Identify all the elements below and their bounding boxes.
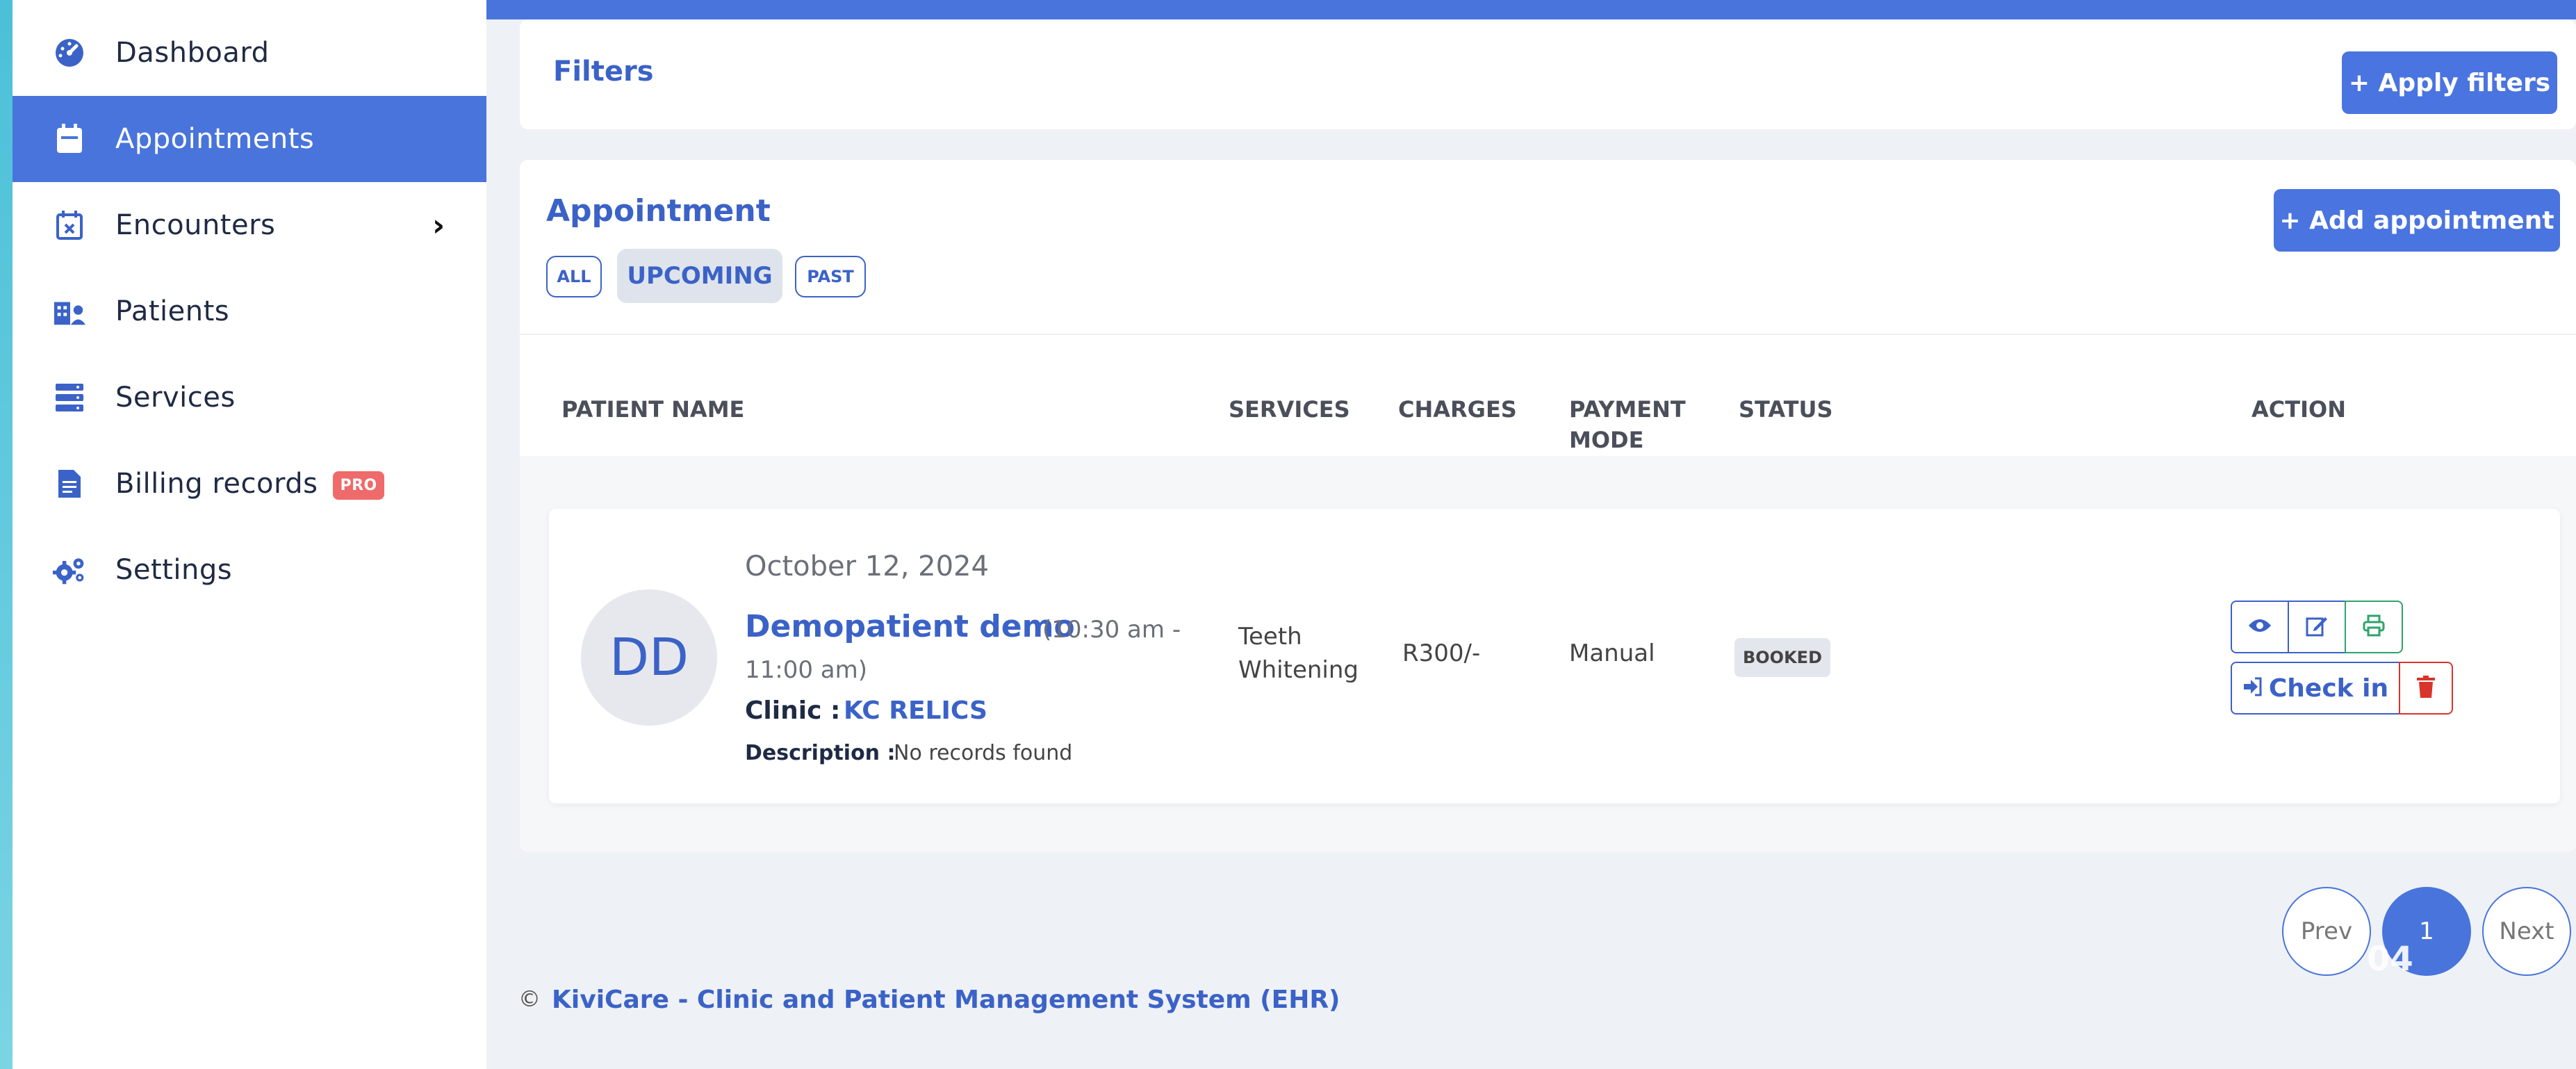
service-line-1: Teeth — [1238, 623, 1302, 651]
column-header-status: STATUS — [1739, 396, 1833, 423]
patients-icon — [53, 295, 86, 328]
delete-button[interactable] — [2399, 662, 2453, 715]
sidebar-item-label: Services — [115, 382, 236, 414]
sidebar-item-dashboard[interactable]: Dashboard — [13, 10, 486, 96]
pro-badge: PRO — [333, 471, 384, 500]
sidebar-item-label: Dashboard — [115, 37, 270, 69]
add-appointment-button[interactable]: + Add appointment — [2274, 189, 2560, 252]
column-header-payment: PAYMENT — [1569, 396, 1686, 423]
chevron-right-icon[interactable]: › — [432, 208, 445, 243]
appointments-card: Appointment + Add appointment ALL UPCOMI… — [520, 160, 2576, 852]
sidebar-item-encounters[interactable]: Encounters › — [13, 182, 486, 268]
check-in-label: Check in — [2268, 674, 2389, 703]
status-badge: BOOKED — [1734, 638, 1830, 677]
eye-icon — [2248, 617, 2272, 637]
sidebar-item-label: Billing records PRO — [115, 468, 384, 500]
sidebar-item-billing-records[interactable]: Billing records PRO — [13, 441, 486, 527]
page-number-overlay: 04 — [2367, 940, 2413, 979]
sidebar-item-appointments[interactable]: Appointments — [13, 96, 486, 182]
print-button[interactable] — [2345, 601, 2403, 653]
tab-all[interactable]: ALL — [546, 256, 602, 297]
appointment-time-end: 11:00 am) — [745, 656, 868, 684]
column-header-charges: CHARGES — [1398, 396, 1517, 423]
next-page-button[interactable]: Next — [2482, 887, 2571, 976]
avatar: DD — [581, 589, 717, 726]
tab-upcoming[interactable]: UPCOMING — [617, 249, 782, 303]
sidebar-item-settings[interactable]: Settings — [13, 527, 486, 613]
main-content: Filters + Apply filters Appointment + Ad… — [486, 0, 2576, 1069]
appointment-time-start: (10:30 am - — [1042, 616, 1181, 644]
trash-icon — [2417, 676, 2435, 701]
column-header-mode: MODE — [1569, 427, 1644, 453]
sidebar: Dashboard Appointments Encounters › Pati… — [13, 0, 486, 1069]
dashboard-gauge-icon — [53, 36, 86, 70]
sidebar-item-label: Appointments — [115, 123, 315, 155]
column-header-patient-name: PATIENT NAME — [561, 396, 745, 423]
column-header-action: ACTION — [2251, 396, 2346, 423]
sidebar-item-patients[interactable]: Patients — [13, 268, 486, 354]
column-header-services: SERVICES — [1229, 396, 1350, 423]
server-list-icon — [53, 381, 86, 414]
sign-in-icon — [2242, 674, 2262, 703]
sidebar-item-label: Encounters — [115, 209, 276, 241]
payment-mode-value: Manual — [1569, 639, 1655, 667]
copyright-symbol: © — [518, 986, 541, 1012]
filters-card: Filters + Apply filters — [520, 19, 2576, 129]
billing-label-text: Billing records — [115, 468, 318, 500]
print-icon — [2363, 614, 2385, 639]
description-label: Description : — [745, 741, 896, 765]
patient-name-link[interactable]: Demopatient demo — [745, 609, 1075, 644]
description-value: No records found — [894, 741, 1073, 765]
calendar-x-icon — [53, 209, 86, 242]
sidebar-item-services[interactable]: Services — [13, 354, 486, 441]
check-in-button[interactable]: Check in — [2231, 662, 2400, 715]
footer-text-link[interactable]: KiviCare - Clinic and Patient Management… — [552, 986, 1340, 1014]
apply-filters-button[interactable]: + Apply filters — [2342, 51, 2557, 114]
edit-icon — [2306, 614, 2328, 639]
tab-past[interactable]: PAST — [795, 256, 866, 297]
invoice-icon — [53, 467, 86, 500]
appointments-title: Appointment — [546, 193, 771, 229]
clinic-label: Clinic : — [745, 696, 841, 725]
sidebar-item-label: Settings — [115, 554, 233, 586]
appointment-date: October 12, 2024 — [745, 550, 989, 582]
sidebar-item-label: Patients — [115, 295, 230, 327]
view-button[interactable] — [2231, 601, 2289, 653]
edit-button[interactable] — [2288, 601, 2346, 653]
top-bar — [486, 0, 2576, 19]
service-line-2: Whitening — [1238, 656, 1359, 684]
prev-page-button[interactable]: Prev — [2282, 887, 2371, 976]
gears-icon — [53, 553, 86, 587]
charges-value: R300/- — [1402, 639, 1481, 667]
clinic-name: KC RELICS — [844, 696, 987, 725]
calendar-icon — [53, 122, 86, 156]
filters-title: Filters — [553, 56, 654, 88]
appointments-header — [520, 160, 2576, 334]
